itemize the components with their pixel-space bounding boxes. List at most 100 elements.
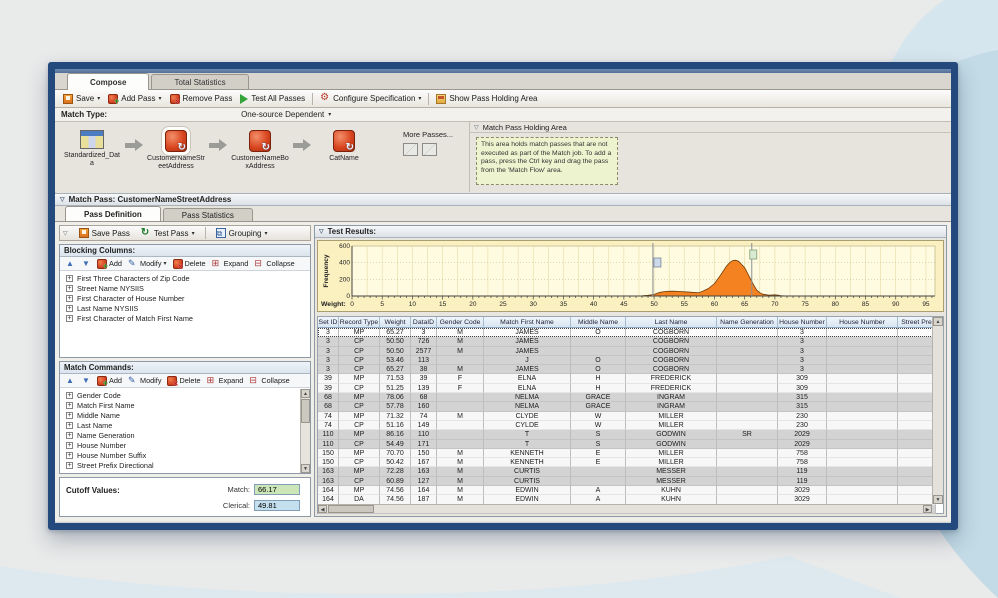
match-pass-header[interactable]: ▽ Match Pass: CustomerNameStreetAddress (55, 193, 951, 206)
table-row[interactable]: 3CP50.502577MJAMESCOGBORN3 (318, 347, 943, 356)
tree-item[interactable]: +Street Prefix Directional (66, 460, 310, 470)
table-row[interactable]: 39CP51.25139FELNAHFREDERICK309 (318, 384, 943, 393)
column-header[interactable]: Middle Name (571, 317, 626, 328)
clerical-cutoff-input[interactable] (254, 500, 300, 511)
delete-button[interactable]: Delete (171, 257, 208, 271)
column-header[interactable]: Last Name (626, 317, 717, 328)
tab-pass-definition[interactable]: Pass Definition (65, 206, 161, 221)
add-button[interactable]: Add (95, 257, 124, 271)
tree-expander-icon[interactable]: + (66, 472, 73, 473)
table-row[interactable]: 150CP50.42167MKENNETHEMILLER758 (318, 458, 943, 467)
tab-compose[interactable]: Compose (67, 73, 149, 90)
save-pass-button[interactable]: Save Pass (75, 226, 134, 240)
tree-item[interactable]: +Last Name (66, 420, 310, 430)
pass-thumbnail-icon[interactable] (403, 143, 418, 156)
add-button[interactable]: Add (95, 374, 124, 388)
show-pass-holding-area-button[interactable]: Show Pass Holding Area (432, 92, 541, 106)
tree-expander-icon[interactable]: + (66, 402, 73, 409)
delete-button[interactable]: Delete (165, 374, 202, 388)
test-results-header[interactable]: ▽ Test Results: (315, 226, 946, 238)
table-row[interactable]: 74CP51.16149CYLDEWMILLER230 (318, 421, 943, 430)
tree-expander-icon[interactable]: + (66, 285, 73, 292)
table-row[interactable]: 39MP71.5339FELNAHFREDERICK309 (318, 374, 943, 383)
match-commands-scrollbar[interactable]: ▲ ▼ (300, 389, 310, 473)
tree-item[interactable]: +House Number (66, 440, 310, 450)
tree-expander-icon[interactable]: + (66, 412, 73, 419)
tree-expander-icon[interactable]: + (66, 432, 73, 439)
match-cutoff-input[interactable] (254, 484, 300, 495)
results-horizontal-scrollbar[interactable]: ◀ ▶ (318, 504, 932, 513)
scroll-up-icon[interactable]: ▲ (933, 317, 943, 326)
column-header[interactable]: Street Pre (898, 317, 936, 328)
table-row[interactable]: 68MP78.0668NELMAGRACEINGRAM315 (318, 393, 943, 402)
tree-expander-icon[interactable]: + (66, 462, 73, 469)
tree-item[interactable]: +First Character of Match First Name (66, 313, 310, 323)
pass-thumbnail-icon[interactable] (422, 143, 437, 156)
table-row[interactable]: 3MP65.273MJAMESOCOGBORN3 (318, 328, 943, 337)
scroll-left-icon[interactable]: ◀ (318, 505, 327, 513)
holding-area-header[interactable]: ▽ Match Pass Holding Area (470, 122, 951, 133)
flow-node-pass[interactable]: CatName (313, 130, 375, 163)
table-row[interactable]: 163MP72.28163MCURTISMESSER119 (318, 467, 943, 476)
scroll-right-icon[interactable]: ▶ (923, 505, 932, 513)
tree-item[interactable]: +Middle Name (66, 410, 310, 420)
scroll-up-icon[interactable]: ▲ (301, 389, 310, 398)
flow-node-source[interactable]: Standardized_Data (61, 130, 123, 168)
match-type-dropdown[interactable]: One-source Dependent ▾ (241, 110, 331, 119)
column-header[interactable]: Match First Name (484, 317, 571, 328)
flow-node-pass[interactable]: CustomerNameBoxAddress (229, 130, 291, 171)
tree-item[interactable]: +Street Name NYSIIS (66, 283, 310, 293)
tree-item[interactable]: +Last Name NYSIIS (66, 303, 310, 313)
column-header[interactable]: Record Type (339, 317, 380, 328)
column-header[interactable]: Name Generation (717, 317, 778, 328)
table-row[interactable]: 110CP54.49171TSGODWIN2029 (318, 440, 943, 449)
frequency-histogram[interactable]: 0510152025303540455055606570758085909502… (317, 240, 944, 312)
column-header[interactable]: Gender Code (437, 317, 484, 328)
configure-specification-button[interactable]: Configure Specification▾ (316, 92, 425, 106)
modify-button[interactable]: Modify (126, 374, 164, 388)
collapse-button[interactable]: Collapse (252, 257, 296, 271)
table-row[interactable]: 163CP60.89127MCURTISMESSER119 (318, 477, 943, 486)
tree-expander-icon[interactable]: + (66, 422, 73, 429)
tree-item[interactable]: +Gender Code (66, 390, 310, 400)
tree-expander-icon[interactable]: + (66, 295, 73, 302)
tree-expander-icon[interactable]: + (66, 275, 73, 282)
tree-expander-icon[interactable]: + (66, 392, 73, 399)
clerical-cutoff-slider[interactable] (654, 258, 661, 267)
move-down-button[interactable] (79, 257, 93, 271)
collapse-button[interactable]: Collapse (247, 374, 291, 388)
column-header[interactable]: Weight (380, 317, 411, 328)
column-header[interactable]: Set ID (318, 317, 339, 328)
column-header[interactable]: House Number (778, 317, 827, 328)
match-cutoff-slider[interactable] (750, 250, 757, 259)
tree-item[interactable]: +Name Generation (66, 430, 310, 440)
table-row[interactable]: 164MP74.56164MEDWINAKUHN3029 (318, 486, 943, 495)
expand-button[interactable]: Expand (210, 257, 251, 271)
tree-expander-icon[interactable]: + (66, 452, 73, 459)
scrollbar-thumb[interactable] (301, 399, 310, 423)
tree-item[interactable]: +House Number Suffix (66, 450, 310, 460)
tree-expander-icon[interactable]: + (66, 315, 73, 322)
modify-button[interactable]: Modify▾ (126, 257, 169, 271)
add-pass-button[interactable]: Add Pass▾ (104, 92, 165, 106)
tree-expander-icon[interactable]: + (66, 305, 73, 312)
remove-pass-button[interactable]: Remove Pass (166, 92, 237, 106)
column-header[interactable]: DataID (411, 317, 437, 328)
move-up-button[interactable] (63, 257, 77, 271)
tree-item[interactable]: +Street Prefix Type (66, 470, 310, 472)
table-row[interactable]: 74MP71.3274MCLYDEWMILLER230 (318, 412, 943, 421)
table-row[interactable]: 150MP70.70150MKENNETHEMILLER758 (318, 449, 943, 458)
table-row[interactable]: 3CP50.50726MJAMESCOGBORN3 (318, 337, 943, 346)
scrollbar-thumb[interactable] (328, 505, 374, 513)
flow-node-pass[interactable]: CustomerNameStreetAddress (145, 130, 207, 171)
table-row[interactable]: 68CP57.78160NELMAGRACEINGRAM315 (318, 402, 943, 411)
move-down-button[interactable] (79, 374, 93, 388)
table-row[interactable]: 110MP86.16110TSGODWINSR2029 (318, 430, 943, 439)
test-all-passes-button[interactable]: Test All Passes (236, 92, 309, 106)
tree-item[interactable]: +Match First Name (66, 400, 310, 410)
column-header[interactable]: House Number (827, 317, 898, 328)
scroll-down-icon[interactable]: ▼ (301, 464, 310, 473)
tree-item[interactable]: +First Three Characters of Zip Code (66, 273, 310, 283)
table-row[interactable]: 3CP53.46113JOCOGBORN3 (318, 356, 943, 365)
test-pass-button[interactable]: Test Pass▾ (137, 226, 199, 240)
